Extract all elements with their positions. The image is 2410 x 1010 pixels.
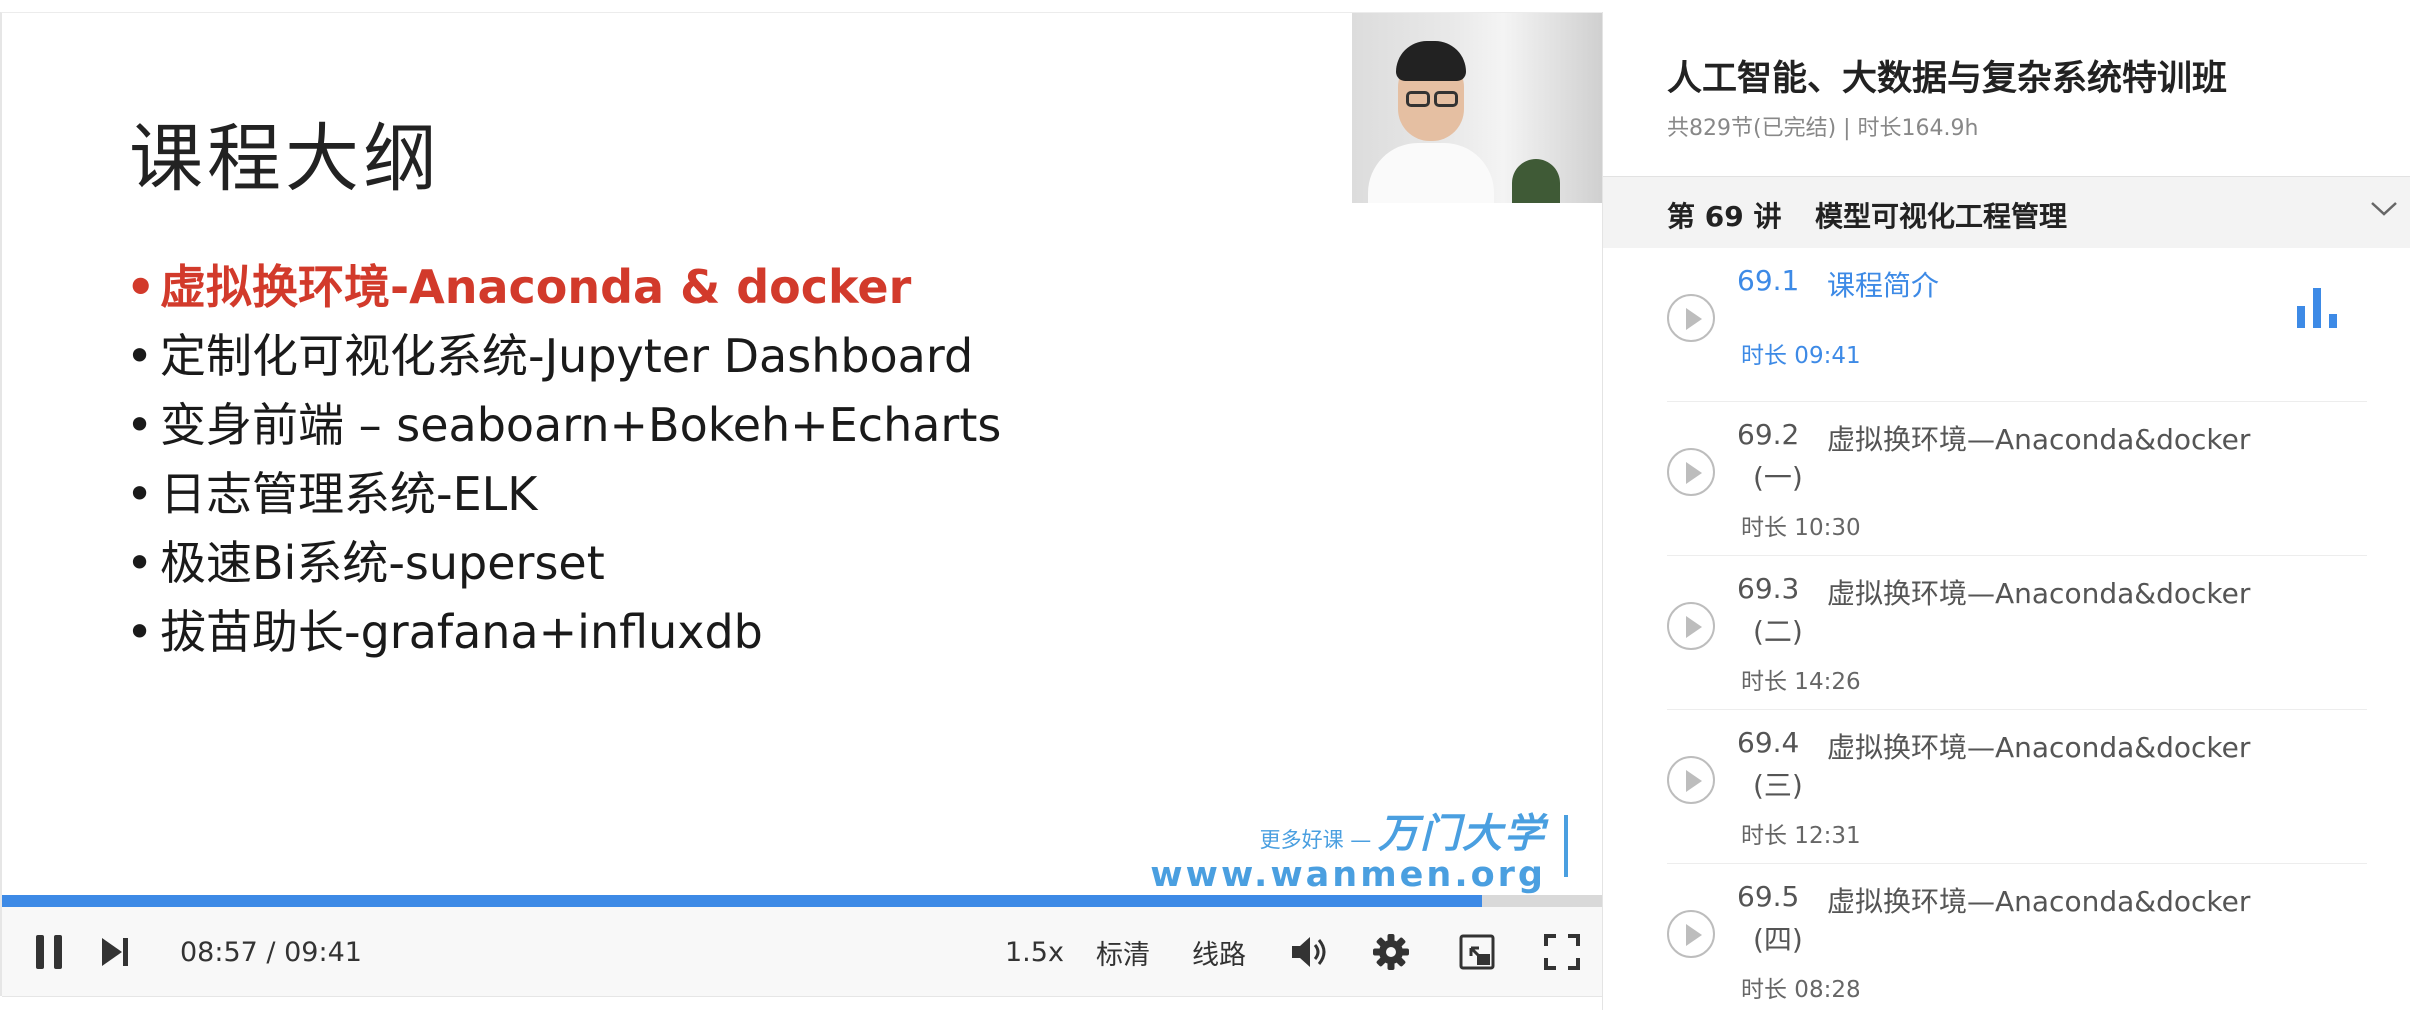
slide-bullet: • 拔苗助长-grafana+influxdb — [126, 598, 1001, 667]
bullet-dot: • — [126, 260, 156, 314]
bullet-dot: • — [126, 398, 154, 452]
lesson-subtitle: (四) — [1753, 923, 1803, 956]
bullet-text: 定制化可视化系统-Jupyter Dashboard — [160, 329, 974, 383]
course-sidebar: 人工智能、大数据与复杂系统特训班 共829节(已完结) | 时长164.9h 第… — [1602, 12, 2410, 1010]
gear-icon — [1373, 934, 1409, 970]
bullet-dot: • — [126, 467, 154, 521]
webcam-presenter — [1368, 33, 1494, 203]
bullet-text: 虚拟换环境-Anaconda & docker — [160, 260, 912, 314]
speed-button[interactable]: 1.5x — [1005, 907, 1064, 997]
bullet-dot: • — [126, 329, 154, 383]
lesson-number: 69.5 — [1737, 880, 1800, 913]
lesson-subtitle: (三) — [1753, 769, 1803, 802]
volume-button[interactable] — [1290, 907, 1330, 997]
mini-player-button[interactable] — [1459, 907, 1495, 997]
lesson-item[interactable]: 69.5 虚拟换环境—Anaconda&docker (四) 时长 08:28 — [1667, 864, 2367, 1010]
time-separator: / — [266, 936, 276, 968]
slide-bullet: • 变身前端 – seaboarn+Bokeh+Echarts — [126, 391, 1001, 460]
app-window: 课程大纲 •虚拟换环境-Anaconda & docker • 定制化可视化系统-… — [0, 0, 2410, 1010]
course-meta: 共829节(已完结) | 时长164.9h — [1667, 116, 1979, 141]
bullet-text: 日志管理系统-ELK — [160, 467, 538, 521]
bullet-dot: • — [126, 605, 154, 659]
now-playing-icon — [2295, 288, 2345, 328]
lesson-title: 虚拟换环境—Anaconda&docker — [1827, 423, 2251, 456]
lesson-item[interactable]: 69.2 虚拟换环境—Anaconda&docker (一) 时长 10:30 — [1667, 402, 2367, 556]
slide-bullet: • 日志管理系统-ELK — [126, 460, 1001, 529]
course-title: 人工智能、大数据与复杂系统特训班 — [1667, 59, 2228, 99]
lesson-subtitle: (一) — [1753, 461, 1803, 494]
next-button[interactable] — [100, 907, 130, 997]
pause-button[interactable] — [34, 907, 64, 997]
lesson-duration: 时长 10:30 — [1741, 515, 1861, 541]
lesson-duration: 时长 08:28 — [1741, 977, 1861, 1003]
lesson-number: 69.3 — [1737, 572, 1800, 605]
watermark-url: www.wanmen.org — [1150, 855, 1546, 895]
seek-bar-played — [2, 895, 1483, 907]
presenter-hair — [1396, 41, 1466, 81]
route-button[interactable]: 线路 — [1192, 907, 1246, 997]
lesson-title: 虚拟换环境—Anaconda&docker — [1827, 577, 2251, 610]
seek-bar[interactable] — [2, 895, 1604, 907]
settings-button[interactable] — [1372, 907, 1410, 997]
watermark-tagline: 更多好课 — — [1259, 828, 1372, 852]
watermark-bar — [1564, 815, 1568, 877]
pause-icon — [36, 935, 62, 969]
bullet-text: 拔苗助长-grafana+influxdb — [160, 605, 763, 659]
lesson-number: 69.4 — [1737, 726, 1800, 759]
quality-label: 标清 — [1096, 939, 1150, 971]
picture-in-picture-icon — [1459, 934, 1495, 970]
lesson-title: 虚拟换环境—Anaconda&docker — [1827, 731, 2251, 764]
bullet-text: 极速Bi系统-superset — [160, 536, 605, 590]
total-time: 09:41 — [284, 936, 362, 968]
presenter-glasses-left — [1406, 91, 1430, 107]
lesson-item[interactable]: 69.3 虚拟换环境—Anaconda&docker (二) 时长 14:26 — [1667, 556, 2367, 710]
play-circle-icon — [1667, 448, 1715, 496]
webcam-plant — [1512, 159, 1560, 203]
slide-bullet: • 定制化可视化系统-Jupyter Dashboard — [126, 322, 1001, 391]
lesson-title: 课程简介 — [1827, 269, 1940, 302]
next-icon — [102, 938, 128, 966]
presenter-body — [1368, 143, 1494, 203]
chapter-header[interactable]: 第 69 讲 模型可视化工程管理 — [1603, 176, 2410, 248]
current-time: 08:57 — [180, 936, 258, 968]
route-label: 线路 — [1192, 939, 1246, 971]
bullet-text: 变身前端 – seaboarn+Bokeh+Echarts — [160, 398, 1002, 452]
player-controls: 08:57 / 09:41 1.5x 标清 线路 — [2, 907, 1604, 997]
fullscreen-icon — [1544, 934, 1580, 970]
fullscreen-button[interactable] — [1544, 907, 1580, 997]
play-circle-icon — [1667, 756, 1715, 804]
chapter-title: 模型可视化工程管理 — [1815, 200, 2068, 233]
lesson-item[interactable]: 69.1 课程简介 时长 09:41 — [1667, 248, 2367, 402]
lesson-duration: 时长 09:41 — [1741, 343, 1861, 369]
presenter-glasses-right — [1434, 91, 1458, 107]
play-circle-icon — [1667, 910, 1715, 958]
watermark-tagline-row: 更多好课 — 万门大学 — [1150, 801, 1546, 859]
chapter-number: 第 69 讲 — [1667, 200, 1782, 233]
play-circle-icon — [1667, 602, 1715, 650]
video-player[interactable]: 课程大纲 •虚拟换环境-Anaconda & docker • 定制化可视化系统-… — [0, 12, 1604, 997]
slide-bullet: •虚拟换环境-Anaconda & docker — [126, 253, 1001, 322]
lesson-number: 69.2 — [1737, 418, 1800, 451]
slide-title: 课程大纲 — [129, 116, 441, 202]
play-circle-icon — [1667, 294, 1715, 342]
lesson-item[interactable]: 69.4 虚拟换环境—Anaconda&docker (三) 时长 12:31 — [1667, 710, 2367, 864]
chevron-down-icon — [2371, 202, 2397, 216]
lesson-title: 虚拟换环境—Anaconda&docker — [1827, 885, 2251, 918]
lesson-subtitle: (二) — [1753, 615, 1803, 648]
speed-label: 1.5x — [1005, 936, 1064, 968]
bullet-dot: • — [126, 536, 154, 590]
watermark-brand: 万门大学 — [1378, 811, 1546, 857]
time-display: 08:57 / 09:41 — [180, 907, 362, 997]
slide-bullet-list: •虚拟换环境-Anaconda & docker • 定制化可视化系统-Jupyt… — [126, 253, 1001, 667]
quality-button[interactable]: 标清 — [1096, 907, 1150, 997]
lesson-duration: 时长 12:31 — [1741, 823, 1861, 849]
lesson-number: 69.1 — [1737, 264, 1800, 297]
volume-icon — [1292, 937, 1326, 967]
slide-bullet: • 极速Bi系统-superset — [126, 529, 1001, 598]
lesson-duration: 时长 14:26 — [1741, 669, 1861, 695]
webcam-overlay — [1352, 13, 1604, 203]
wanmen-watermark: 更多好课 — 万门大学 www.wanmen.org — [1150, 801, 1568, 895]
